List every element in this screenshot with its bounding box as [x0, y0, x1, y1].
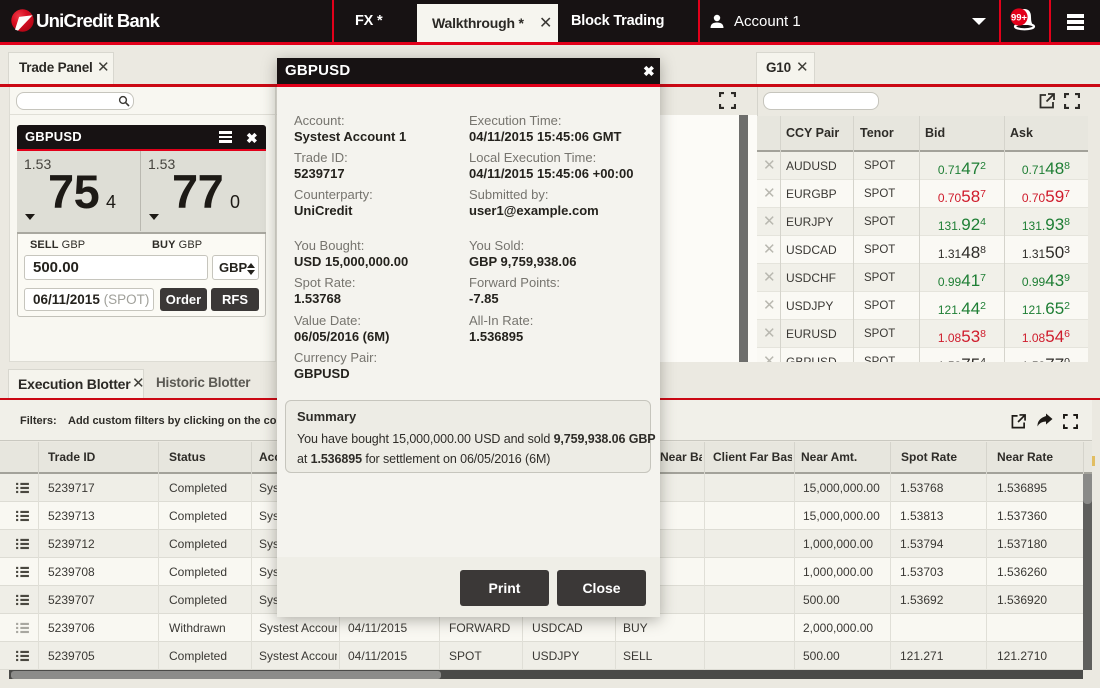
svg-text:99+: 99+ — [1011, 12, 1028, 23]
